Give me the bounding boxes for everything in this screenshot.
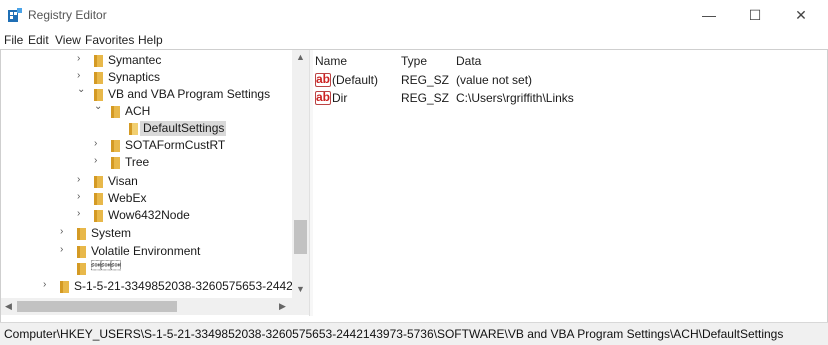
tree-item-label:  <box>91 261 121 272</box>
tree-item-label: VB and VBA Program Settings <box>108 87 271 101</box>
chevron-right-icon[interactable]: › <box>60 245 70 255</box>
chevron-right-icon[interactable]: › <box>77 71 87 81</box>
tree-item-vb-and-vba-program-settings[interactable]: ⌄ VB and VBA Program Settings <box>1 85 292 103</box>
folder-icon <box>77 246 86 258</box>
scroll-up-arrow-icon[interactable]: ▲ <box>296 52 305 62</box>
value-type: REG_SZ <box>401 73 450 87</box>
tree-item-label: System <box>91 226 132 240</box>
values-list[interactable]: Name Type Data ab (Default) REG_SZ (valu… <box>313 50 826 316</box>
tree-item-label: Volatile Environment <box>91 244 201 258</box>
value-row[interactable]: ab (Default) REG_SZ (value not set) <box>313 72 813 89</box>
chevron-down-icon[interactable]: ⌄ <box>94 102 104 112</box>
folder-open-icon <box>111 106 120 118</box>
tree-item-label: Synaptics <box>108 70 161 84</box>
tree-vertical-scrollbar[interactable]: ▲ ▼ <box>292 50 309 298</box>
tree-item-label: Tree <box>125 155 150 169</box>
folder-icon <box>94 55 103 67</box>
tree-item-wow6432node[interactable]: › Wow6432Node <box>1 207 292 224</box>
close-button[interactable]: ✕ <box>778 2 824 28</box>
menu-favorites[interactable]: Favorites <box>85 33 134 47</box>
column-header-data[interactable]: Data <box>456 54 481 68</box>
folder-icon <box>94 72 103 84</box>
menu-bar: File Edit View Favorites Help <box>0 31 828 49</box>
folder-icon <box>94 176 103 188</box>
chevron-right-icon[interactable]: › <box>77 175 87 185</box>
tree-item-garbled[interactable]:  <box>1 260 292 277</box>
chevron-right-icon[interactable]: › <box>77 209 87 219</box>
tree-item-label: ACH <box>125 104 151 118</box>
tree-item-label: Wow6432Node <box>108 208 190 222</box>
registry-editor-window: Registry Editor — ☐ ✕ File Edit View Fav… <box>0 0 828 345</box>
tree-item-visan[interactable]: › Visan <box>1 173 292 190</box>
folder-open-icon <box>94 89 103 101</box>
tree-item-defaultsettings[interactable]: DefaultSettings <box>1 120 292 137</box>
chevron-right-icon[interactable]: › <box>77 54 87 64</box>
tree-item-label: SOTAFormCustRT <box>125 138 226 152</box>
string-value-icon: ab <box>315 72 331 87</box>
maximize-button[interactable]: ☐ <box>732 2 778 28</box>
value-data: (value not set) <box>456 73 533 87</box>
menu-help[interactable]: Help <box>138 33 163 47</box>
tree-item-synaptics[interactable]: › Synaptics <box>1 69 292 86</box>
menu-view[interactable]: View <box>55 33 81 47</box>
tree-item-label: Symantec <box>108 53 162 67</box>
scroll-down-arrow-icon[interactable]: ▼ <box>296 284 305 294</box>
tree-item-volatile-environment[interactable]: › Volatile Environment <box>1 243 292 260</box>
folder-icon <box>94 193 103 205</box>
current-key-path: Computer\HKEY_USERS\S-1-5-21-3349852038-… <box>4 327 784 341</box>
scroll-left-arrow-icon[interactable]: ◀ <box>5 301 12 312</box>
chevron-down-icon[interactable]: ⌄ <box>77 85 87 95</box>
tree-item-webex[interactable]: › WebEx <box>1 190 292 207</box>
tree-item-user-sid[interactable]: › S-1-5-21-3349852038-3260575653-24421 <box>1 278 292 295</box>
string-value-icon: ab <box>315 90 331 105</box>
folder-icon <box>77 228 86 240</box>
value-name: (Default) <box>332 73 379 87</box>
value-name: Dir <box>332 91 348 105</box>
column-header-type[interactable]: Type <box>401 54 427 68</box>
tree-item-ach[interactable]: ⌄ ACH <box>1 102 292 120</box>
folder-icon <box>77 263 86 275</box>
tree-item-symantec[interactable]: › Symantec <box>1 52 292 69</box>
tree-item-system[interactable]: › System <box>1 225 292 242</box>
minimize-button[interactable]: — <box>686 2 732 28</box>
menu-file[interactable]: File <box>4 33 23 47</box>
column-header-name[interactable]: Name <box>315 54 347 68</box>
chevron-right-icon[interactable]: › <box>77 192 87 202</box>
folder-icon <box>111 157 120 169</box>
folder-icon <box>111 140 120 152</box>
folder-icon <box>94 210 103 222</box>
scrollbar-corner <box>292 298 309 315</box>
tree-item-label: WebEx <box>108 191 147 205</box>
chevron-right-icon[interactable]: › <box>94 139 104 149</box>
tree-item-label: DefaultSettings <box>143 121 225 135</box>
scroll-thumb[interactable] <box>294 220 307 254</box>
menu-edit[interactable]: Edit <box>28 33 49 47</box>
tree-item-sotaformcustrt[interactable]: › SOTAFormCustRT <box>1 137 292 154</box>
value-type: REG_SZ <box>401 91 450 105</box>
title-bar[interactable]: Registry Editor — ☐ ✕ <box>0 0 828 30</box>
tree-item-tree[interactable]: › Tree <box>1 154 292 171</box>
chevron-right-icon[interactable]: › <box>60 227 70 237</box>
status-bar: Computer\HKEY_USERS\S-1-5-21-3349852038-… <box>0 322 828 345</box>
window-title: Registry Editor <box>28 8 107 22</box>
scroll-right-arrow-icon[interactable]: ▶ <box>279 301 286 312</box>
chevron-right-icon[interactable]: › <box>94 156 104 166</box>
folder-icon <box>60 281 69 293</box>
tree-horizontal-scrollbar[interactable]: ◀ ▶ <box>1 298 292 315</box>
value-row[interactable]: ab Dir REG_SZ C:\Users\rgriffith\Links <box>313 90 813 107</box>
tree-item-label: S-1-5-21-3349852038-3260575653-24421 <box>74 279 292 293</box>
scroll-thumb[interactable] <box>17 301 177 312</box>
chevron-right-icon[interactable]: › <box>43 280 53 290</box>
value-data: C:\Users\rgriffith\Links <box>456 91 574 105</box>
folder-icon <box>129 123 138 135</box>
registry-editor-app-icon <box>8 8 22 22</box>
tree-item-label: Visan <box>108 174 138 188</box>
key-tree[interactable]: › Symantec › Synaptics ⌄ VB and VBA Prog… <box>1 50 292 298</box>
